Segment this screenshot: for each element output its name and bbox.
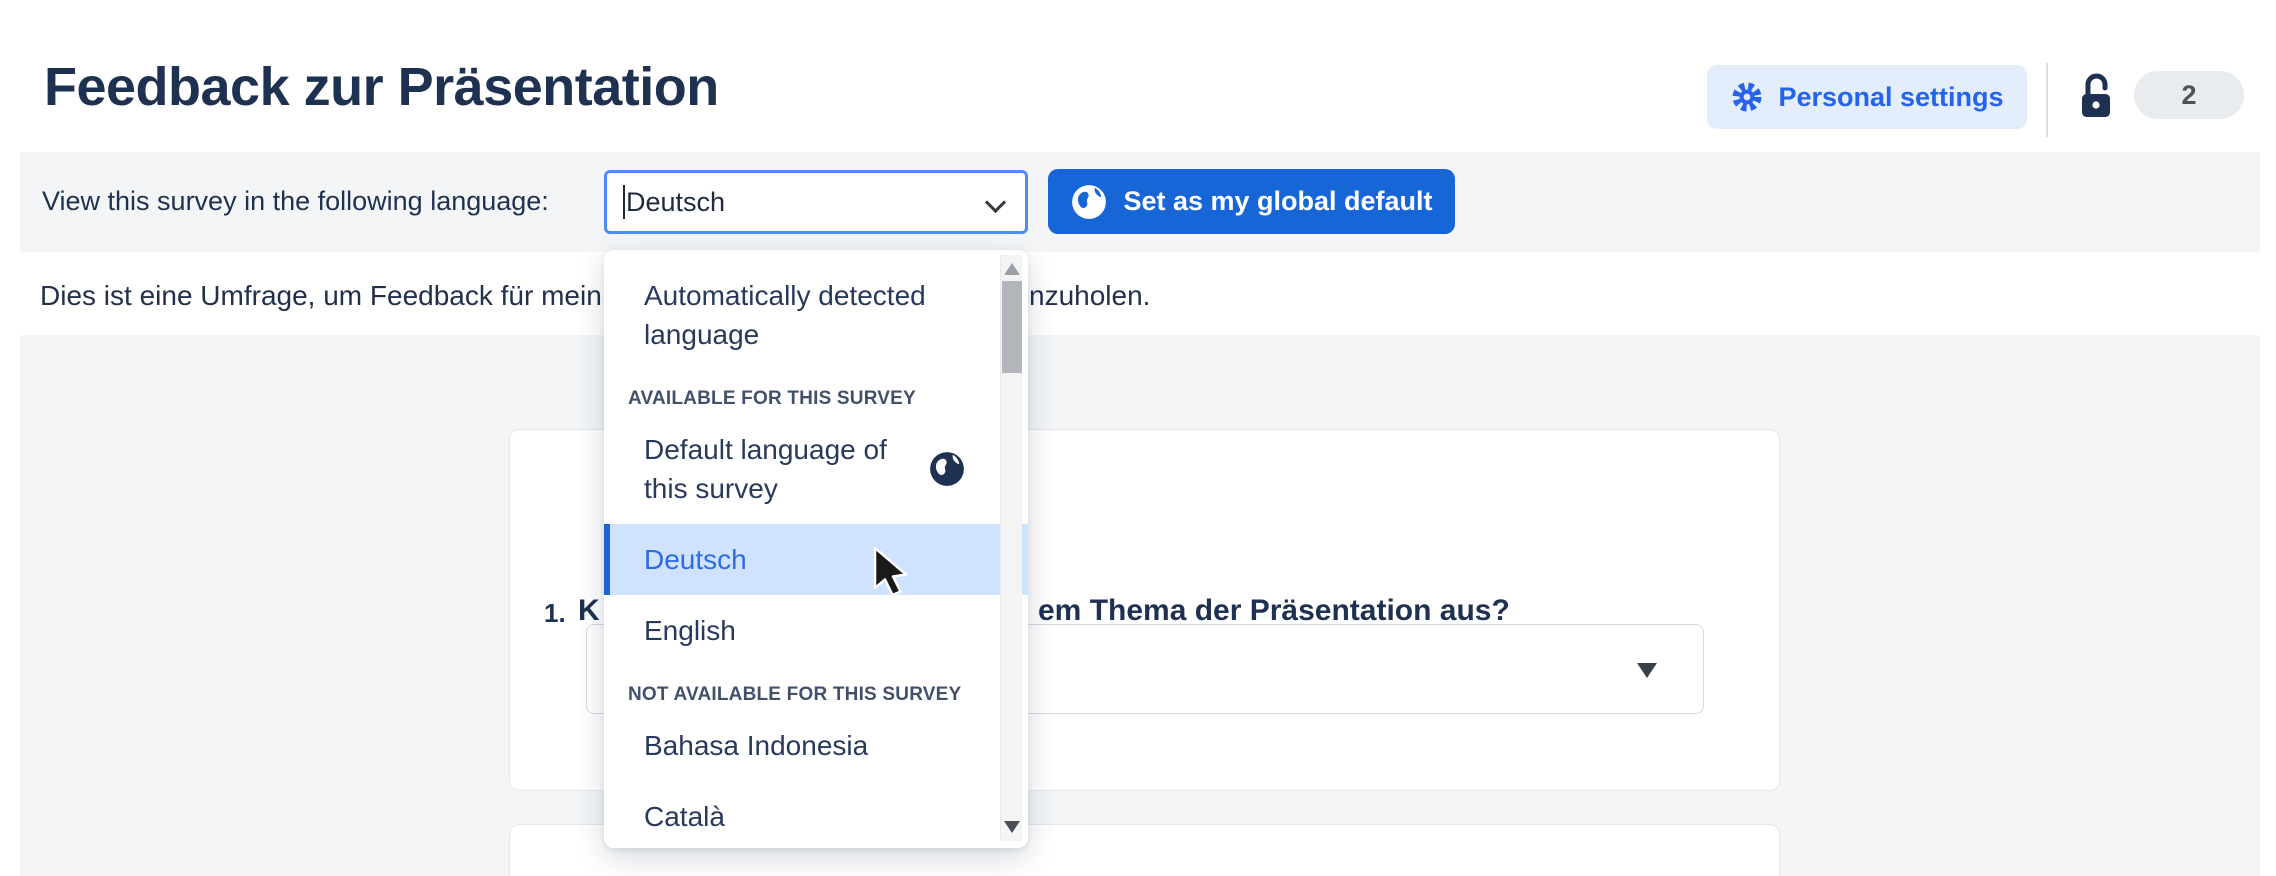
text-caret (623, 185, 625, 219)
response-count-value: 2 (2181, 80, 2196, 111)
chevron-down-icon (985, 192, 1006, 213)
page-title: Feedback zur Präsentation (44, 56, 719, 118)
question-text-left: K (578, 594, 600, 628)
scroll-down-icon[interactable] (1004, 821, 1020, 833)
dropdown-item-label: Default language of this survey (644, 434, 887, 504)
response-count-badge: 2 (2134, 71, 2244, 119)
page: Feedback zur Präsentation Personal setti… (0, 0, 2276, 876)
dropdown-option-default-language-of-this-survey[interactable]: Default language of this survey (604, 414, 1028, 524)
globe-icon (1070, 183, 1108, 221)
dropdown-option-catal[interactable]: Català (604, 781, 1028, 848)
dropdown-option-automatically-detected-language[interactable]: Automatically detected language (604, 260, 1028, 370)
content-area: 1. K em Thema der Präsentation aus? (20, 335, 2260, 876)
description-row: Dies ist eine Umfrage, um Feedback für m… (0, 252, 2276, 335)
dropdown-item-label: Deutsch (644, 544, 747, 575)
dropdown-item-label: Bahasa Indonesia (644, 730, 868, 761)
dropdown-item-label: NOT AVAILABLE FOR THIS SURVEY (628, 684, 961, 705)
survey-description-left: Dies ist eine Umfrage, um Feedback für m… (40, 280, 602, 312)
dropdown-item-label: AVAILABLE FOR THIS SURVEY (628, 388, 916, 409)
dropdown-option-bahasa-indonesia[interactable]: Bahasa Indonesia (604, 710, 1028, 781)
dropdown-item-label: English (644, 615, 736, 646)
question-text-right: em Thema der Präsentation aus? (1038, 594, 1510, 628)
dropdown-section-header-available-for-this-survey: AVAILABLE FOR THIS SURVEY (604, 388, 1028, 410)
personal-settings-label: Personal settings (1778, 82, 2003, 113)
unlock-icon (2074, 70, 2118, 118)
language-dropdown: Automatically detected language AVAILABLE… (604, 250, 1028, 848)
language-select[interactable]: Deutsch (604, 170, 1028, 234)
dropdown-option-english[interactable]: English (604, 595, 1028, 666)
dropdown-option-deutsch[interactable]: Deutsch (604, 524, 1028, 595)
personal-settings-button[interactable]: Personal settings (1707, 65, 2027, 129)
question-number: 1. (544, 598, 566, 629)
dropdown-item-label: Català (644, 801, 725, 832)
set-global-default-label: Set as my global default (1123, 186, 1432, 217)
header-divider (2046, 63, 2048, 137)
gear-icon (1730, 80, 1764, 114)
dropdown-scrollbar[interactable] (1000, 255, 1022, 841)
globe-icon (928, 450, 966, 488)
scroll-up-icon[interactable] (1004, 263, 1020, 275)
language-select-value: Deutsch (626, 187, 725, 218)
survey-description-right: nzuholen. (1029, 280, 1150, 312)
dropdown-section-header-not-available-for-this-survey: NOT AVAILABLE FOR THIS SURVEY (604, 684, 1028, 706)
select-caret-icon (1637, 663, 1657, 678)
scrollbar-thumb[interactable] (1002, 281, 1022, 373)
set-global-default-button[interactable]: Set as my global default (1048, 169, 1455, 234)
language-bar-label: View this survey in the following langua… (42, 186, 549, 217)
language-dropdown-list: Automatically detected language AVAILABLE… (604, 260, 1028, 848)
dropdown-item-label: Automatically detected language (644, 280, 926, 350)
language-bar: View this survey in the following langua… (20, 152, 2260, 252)
